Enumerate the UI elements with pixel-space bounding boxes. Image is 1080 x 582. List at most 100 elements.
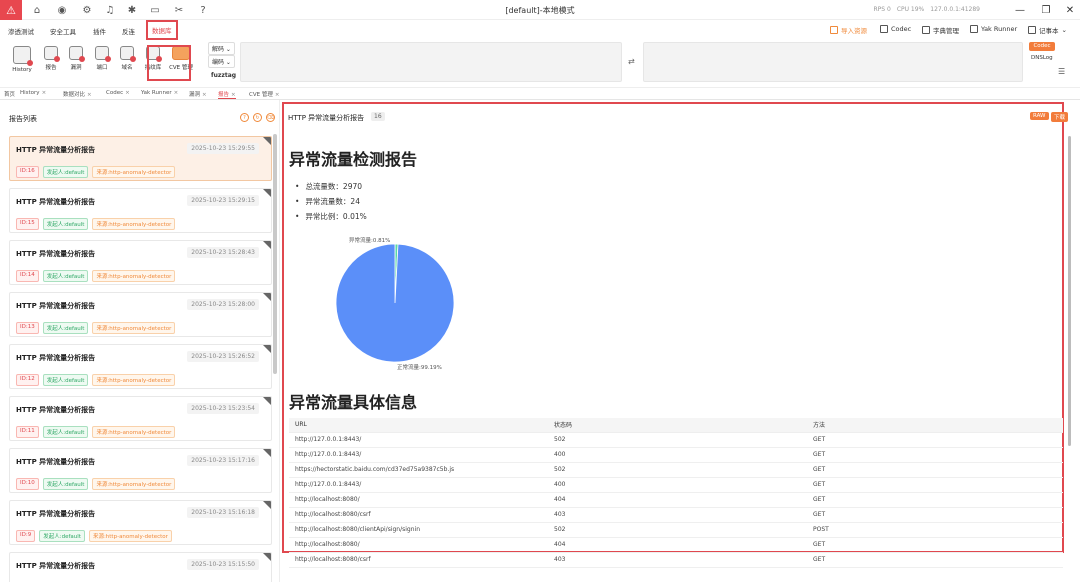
bug-icon[interactable]: ✱	[125, 3, 139, 17]
table-row[interactable]: https://hectorstatic.baidu.com/cd37ed75a…	[289, 462, 1063, 478]
close-icon[interactable]: ×	[275, 92, 280, 98]
port-tool[interactable]: 端口	[90, 46, 114, 71]
app-logo-icon[interactable]: ⚠	[0, 0, 22, 20]
cell-status: 502	[548, 432, 807, 448]
help-icon[interactable]: ?	[240, 113, 249, 122]
report-card[interactable]: HTTP 异常流量分析报告 2025-10-23 15:28:00 ID:13 发起人…	[9, 292, 272, 337]
id-tag: ID:13	[16, 322, 39, 334]
report-card-title: HTTP 异常流量分析报告	[16, 302, 96, 310]
table-row[interactable]: http://localhost:8080/csrf 403 GET	[289, 507, 1063, 523]
table-row[interactable]: http://127.0.0.1:8443/400 GET	[289, 447, 1063, 463]
report-card[interactable]: HTTP 异常流量分析报告 2025-10-23 15:17:16 ID:10 发起人…	[9, 448, 272, 493]
close-icon[interactable]: ×	[125, 90, 130, 96]
tab-vuln[interactable]: 漏洞 ×	[189, 90, 207, 98]
yak-runner-button[interactable]: Yak Runner	[970, 25, 1017, 33]
report-list-panel: 报告列表 ? ↻ ⌫ HTTP 异常流量分析报告 2025-10-23 15:29…	[0, 100, 280, 582]
table-row[interactable]: http://localhost:8080/404 GET	[289, 492, 1063, 508]
report-card[interactable]: HTTP 异常流量分析报告 2025-10-23 15:29:55 ID:16 发起人…	[9, 136, 272, 181]
history-tool[interactable]: History	[8, 46, 36, 73]
report-card-title: HTTP 异常流量分析报告	[16, 146, 96, 154]
table-header-row: URL 状态码 方法	[289, 418, 1063, 433]
bell-icon[interactable]: ♫	[103, 3, 117, 17]
table-row[interactable]: http://localhost:8080/clientApi/sign/sig…	[289, 522, 1063, 538]
close-button[interactable]: ✕	[1062, 2, 1078, 18]
cell-url: http://localhost:8080/csrf	[289, 552, 548, 568]
user-icon[interactable]: ◉	[55, 3, 69, 17]
tab-compare[interactable]: 数据对比 ×	[63, 90, 92, 98]
delete-icon[interactable]: ⌫	[266, 113, 275, 122]
gear-icon[interactable]: ⚙	[80, 3, 94, 17]
tab-history[interactable]: History ×	[20, 90, 46, 96]
report-card[interactable]: HTTP 异常流量分析报告 2025-10-23 15:26:52 ID:12 发起人…	[9, 344, 272, 389]
table-row[interactable]: http://127.0.0.1:8443/502 GET	[289, 432, 1063, 448]
menu-database[interactable]: 数据库	[146, 20, 178, 40]
decode-select[interactable]: 解码 ⌄	[208, 42, 235, 55]
domain-tool[interactable]: 域名	[115, 46, 139, 71]
vuln-tool[interactable]: 漏洞	[64, 46, 88, 71]
source-tag: 来源:http-anomaly-detector	[92, 218, 176, 230]
fuzztag-button[interactable]: fuzztag	[211, 72, 236, 79]
maximize-button[interactable]: ❐	[1038, 2, 1054, 18]
report-tool[interactable]: 报告	[39, 46, 63, 71]
refresh-icon[interactable]: ↻	[253, 113, 262, 122]
initiator-tag: 发起人:default	[42, 218, 89, 230]
close-icon[interactable]: ×	[174, 90, 179, 96]
codec-input-editor[interactable]	[240, 42, 622, 82]
menu-pentest[interactable]: 渗透测试	[8, 26, 34, 36]
codec-pill-button[interactable]: Codec	[1029, 42, 1055, 51]
highlight-box	[147, 45, 191, 81]
notepad-icon	[1028, 26, 1036, 34]
initiator-tag: 发起人:default	[42, 322, 89, 334]
table-row[interactable]: http://127.0.0.1:8443/400 GET	[289, 477, 1063, 493]
menu-security-tools[interactable]: 安全工具	[50, 26, 76, 36]
tools-icon[interactable]: ✂	[172, 3, 186, 17]
corner-marker	[263, 241, 271, 249]
report-card[interactable]: HTTP 异常流量分析报告 2025-10-23 15:16:18 ID:9 发起人:…	[9, 500, 272, 545]
tab-report[interactable]: 报告 ×	[218, 90, 236, 99]
report-count-badge: 16	[371, 112, 385, 121]
close-icon[interactable]: ×	[87, 92, 92, 98]
help-icon[interactable]: ?	[196, 3, 210, 17]
dnslog-button[interactable]: DNSLog	[1031, 55, 1053, 61]
scrollbar[interactable]	[1068, 136, 1071, 446]
dictionary-button[interactable]: 字典管理	[922, 25, 959, 35]
tab-yak-runner[interactable]: Yak Runner ×	[141, 90, 178, 96]
tab-codec[interactable]: Codec ×	[106, 90, 130, 96]
encode-select[interactable]: 编码 ⌄	[208, 55, 235, 68]
report-card[interactable]: HTTP 异常流量分析报告 2025-10-23 15:28:43 ID:14 发起人…	[9, 240, 272, 285]
cell-url: http://127.0.0.1:8443/	[289, 432, 548, 448]
scrollbar[interactable]	[273, 134, 277, 374]
cell-method: GET	[807, 432, 1063, 448]
menu-reverse[interactable]: 反连	[122, 26, 135, 36]
close-icon[interactable]: ×	[231, 92, 236, 98]
cell-status: 404	[548, 492, 807, 508]
pie-svg	[335, 243, 455, 363]
codec-output-editor[interactable]	[643, 42, 1023, 82]
report-card-tags: ID:14 发起人:default 来源:http-anomaly-detector	[16, 270, 176, 282]
table-row[interactable]: http://localhost:8080/404 GET	[289, 537, 1063, 553]
menu-plugins[interactable]: 插件	[93, 26, 106, 36]
report-card[interactable]: HTTP 异常流量分析报告2025-10-23 15:15:50ID:8发起人:…	[9, 552, 272, 582]
cell-method: GET	[807, 507, 1063, 523]
close-icon[interactable]: ×	[42, 90, 47, 96]
settings-icon[interactable]: ☰	[1058, 67, 1065, 76]
report-card[interactable]: HTTP 异常流量分析报告 2025-10-23 15:29:15 ID:15 发起人…	[9, 188, 272, 233]
minimize-button[interactable]: —	[1012, 2, 1028, 18]
home-icon[interactable]: ⌂	[30, 3, 44, 17]
notepad-button[interactable]: 记事本 ⌄	[1028, 25, 1067, 35]
download-button[interactable]: 下载	[1051, 112, 1069, 122]
import-resource-button[interactable]: 导入资源	[830, 25, 867, 35]
close-icon[interactable]: ×	[202, 92, 207, 98]
report-title: HTTP 异常流量分析报告	[288, 114, 365, 122]
terminal-icon[interactable]: ▭	[148, 3, 162, 17]
table-row[interactable]: http://localhost:8080/csrf 403 GET	[289, 552, 1063, 568]
tab-cve[interactable]: CVE 管理 ×	[249, 90, 279, 98]
report-card[interactable]: HTTP 异常流量分析报告 2025-10-23 15:23:54 ID:11 发起人…	[9, 396, 272, 441]
initiator-tag: 发起人:default	[42, 166, 89, 178]
swap-icon[interactable]: ⇄	[628, 57, 635, 66]
raw-button[interactable]: RAW	[1030, 112, 1049, 120]
tab-home[interactable]: 首页	[4, 90, 15, 98]
report-card-tags: ID:16 发起人:default 来源:http-anomaly-detector	[16, 166, 176, 178]
codec-tool-button[interactable]: Codec	[880, 25, 911, 33]
report-card-time: 2025-10-23 15:16:18	[187, 507, 259, 518]
